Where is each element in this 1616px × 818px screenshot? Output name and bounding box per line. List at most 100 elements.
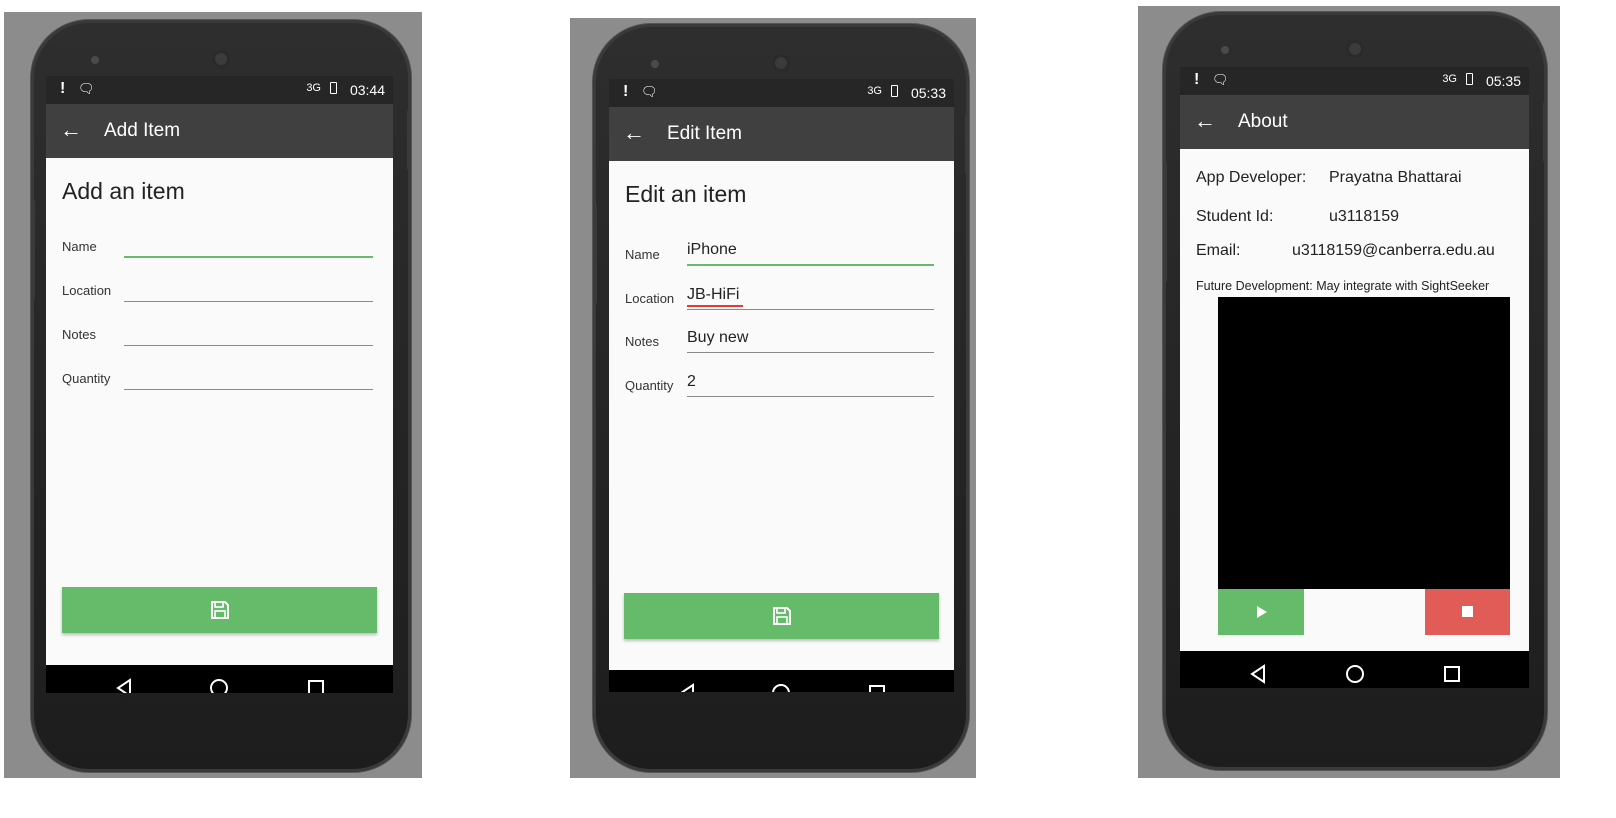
sync-icon: 🗨 xyxy=(78,81,95,96)
side-button xyxy=(593,204,597,304)
field-notes: Notes xyxy=(62,312,373,348)
quantity-input[interactable] xyxy=(124,361,373,390)
name-input[interactable] xyxy=(687,236,934,266)
field-notes: Notes xyxy=(625,319,934,355)
status-time: 05:33 xyxy=(910,85,946,101)
battery-icon xyxy=(1466,73,1473,85)
spellcheck-underline xyxy=(687,305,743,307)
stop-button[interactable] xyxy=(1425,589,1510,635)
side-button xyxy=(1543,102,1547,162)
nav-back-icon[interactable] xyxy=(677,683,697,692)
screen: ! 🗨 3G 05:33 ← Edit Item Edit an item Na… xyxy=(609,79,954,692)
status-time: 05:35 xyxy=(1485,73,1521,89)
app-bar: ← About xyxy=(1180,95,1529,149)
earpiece-speaker xyxy=(212,50,230,68)
page-title: Add Item xyxy=(104,120,181,141)
nav-back-icon[interactable] xyxy=(1248,664,1268,684)
student-id-value: u3118159 xyxy=(1329,208,1399,225)
screenshot-panel-add-item: ! 🗨 3G 03:44 ← Add Item Add an item Name… xyxy=(4,12,422,778)
arrow-left-icon[interactable]: ← xyxy=(1194,108,1216,134)
floppy-disk-icon xyxy=(210,601,229,619)
nav-back-icon[interactable] xyxy=(114,678,134,693)
field-quantity: Quantity xyxy=(62,356,373,392)
play-button[interactable] xyxy=(1218,589,1304,635)
field-label: Notes xyxy=(625,334,659,349)
field-label: Quantity xyxy=(625,378,674,393)
screen: ! 🗨 3G 05:35 ← About App Developer: Pray… xyxy=(1180,67,1529,688)
status-bar: ! 🗨 3G 03:44 xyxy=(46,76,393,104)
name-input[interactable] xyxy=(124,228,373,258)
save-button[interactable] xyxy=(62,587,377,633)
save-button[interactable] xyxy=(624,593,939,639)
side-button xyxy=(965,114,969,174)
form-heading: Edit an item xyxy=(625,181,747,207)
location-input[interactable] xyxy=(124,273,373,302)
field-location: Location xyxy=(625,276,934,312)
email-row: Email: u3118159@canberra.edu.au xyxy=(1196,242,1495,260)
signal-icon: 3G xyxy=(1442,73,1457,85)
phone-frame: ! 🗨 3G 05:33 ← Edit Item Edit an item Na… xyxy=(593,24,969,772)
field-label: Notes xyxy=(62,327,96,342)
nav-home-icon[interactable] xyxy=(1345,664,1365,684)
screenshot-panel-about: ! 🗨 3G 05:35 ← About App Developer: Pray… xyxy=(1138,6,1560,778)
front-camera xyxy=(1221,46,1229,54)
battery-icon xyxy=(330,82,337,94)
developer-label: App Developer: xyxy=(1196,169,1307,186)
sync-icon: 🗨 xyxy=(1212,72,1229,87)
form-heading: Add an item xyxy=(62,178,185,204)
field-label: Location xyxy=(625,291,675,306)
play-icon xyxy=(1257,606,1267,618)
front-camera xyxy=(651,60,659,68)
alert-icon: ! xyxy=(623,83,629,100)
arrow-left-icon[interactable]: ← xyxy=(60,117,82,143)
student-id-label: Student Id: xyxy=(1196,208,1274,225)
arrow-left-icon[interactable]: ← xyxy=(623,120,645,146)
nav-bar xyxy=(609,670,954,692)
earpiece-speaker xyxy=(1346,40,1364,58)
nav-home-icon[interactable] xyxy=(209,678,229,693)
stop-icon xyxy=(1462,606,1473,617)
screenshot-panel-edit-item: ! 🗨 3G 05:33 ← Edit Item Edit an item Na… xyxy=(570,18,976,778)
email-value: u3118159@canberra.edu.au xyxy=(1292,242,1495,259)
notes-input[interactable] xyxy=(124,317,373,346)
future-development-note: Future Development: May integrate with S… xyxy=(1196,279,1490,293)
status-bar: ! 🗨 3G 05:35 xyxy=(1180,67,1529,95)
field-name: Name xyxy=(62,224,373,260)
page-title: About xyxy=(1238,111,1288,132)
side-button xyxy=(407,110,411,170)
side-button xyxy=(1163,162,1167,282)
signal-icon: 3G xyxy=(306,82,321,94)
field-name: Name xyxy=(625,232,934,268)
screen: ! 🗨 3G 03:44 ← Add Item Add an item Name… xyxy=(46,76,393,693)
phone-frame: ! 🗨 3G 05:35 ← About App Developer: Pray… xyxy=(1163,12,1547,770)
nav-bar xyxy=(46,665,393,693)
page-title: Edit Item xyxy=(667,123,742,144)
sync-icon: 🗨 xyxy=(641,84,658,99)
nav-recents-icon[interactable] xyxy=(306,678,326,693)
front-camera xyxy=(91,56,99,64)
field-location: Location xyxy=(62,268,373,304)
alert-icon: ! xyxy=(60,80,66,97)
nav-bar xyxy=(1180,651,1529,688)
app-bar: ← Add Item xyxy=(46,104,393,158)
status-time: 03:44 xyxy=(349,82,385,98)
field-label: Location xyxy=(62,283,112,298)
field-label: Name xyxy=(62,239,97,254)
field-label: Quantity xyxy=(62,371,111,386)
battery-icon xyxy=(891,85,898,97)
student-id-row: Student Id: u3118159 xyxy=(1196,208,1399,226)
nav-home-icon[interactable] xyxy=(771,683,791,692)
field-label: Name xyxy=(625,247,660,262)
field-quantity: Quantity xyxy=(625,363,934,399)
email-label: Email: xyxy=(1196,242,1241,259)
notes-input[interactable] xyxy=(687,324,934,353)
status-bar: ! 🗨 3G 05:33 xyxy=(609,79,954,107)
video-player[interactable] xyxy=(1218,297,1510,589)
earpiece-speaker xyxy=(772,54,790,72)
phone-frame: ! 🗨 3G 03:44 ← Add Item Add an item Name… xyxy=(31,20,411,772)
quantity-input[interactable] xyxy=(687,368,934,397)
nav-recents-icon[interactable] xyxy=(867,683,887,692)
app-bar: ← Edit Item xyxy=(609,107,954,161)
side-button xyxy=(31,200,35,300)
nav-recents-icon[interactable] xyxy=(1442,664,1462,684)
